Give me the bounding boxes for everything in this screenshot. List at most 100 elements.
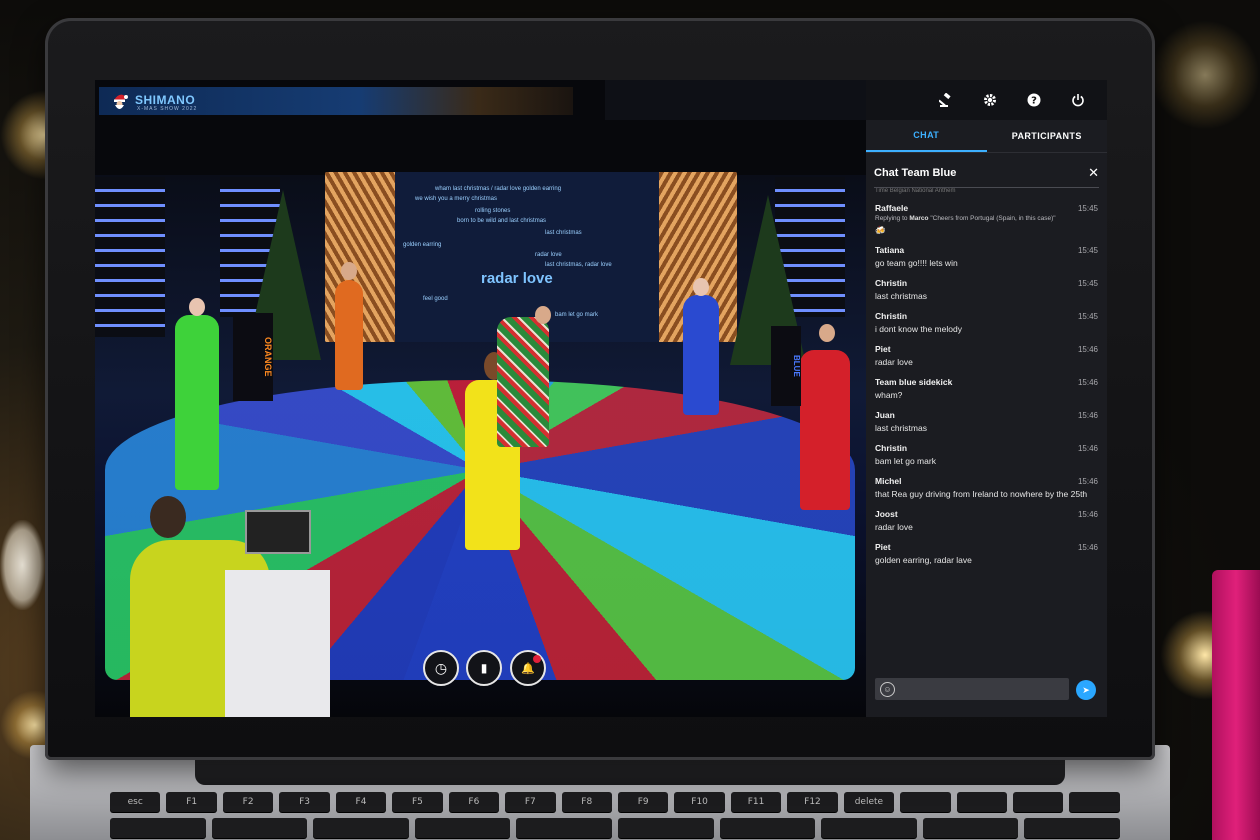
message-author: Christin — [875, 443, 908, 453]
chat-messages[interactable]: Time Belgian National Anthem Raffaele 15:… — [866, 188, 1107, 666]
notification-badge — [533, 655, 541, 663]
keyboard-key: esc — [110, 792, 161, 812]
layout-button[interactable]: ▮ — [466, 650, 502, 686]
help-icon[interactable]: ? — [1025, 91, 1043, 109]
keyboard-key — [719, 818, 816, 838]
message-time: 15:45 — [1077, 245, 1098, 255]
message-text: last christmas — [875, 291, 927, 301]
word-cloud-phrase: rolling stones — [475, 208, 511, 214]
keyboard-key: delete — [843, 792, 895, 812]
message-text: bam let go mark — [875, 456, 936, 466]
bell-icon: 🔔 — [521, 662, 535, 675]
svg-text:?: ? — [1031, 96, 1037, 107]
podium-orange: ORANGE — [233, 313, 273, 401]
panel-tabs: CHAT PARTICIPANTS — [866, 120, 1107, 153]
screen: SHIMANO X-MAS SHOW 2022 wham last christ… — [95, 80, 1107, 717]
brand-banner: SHIMANO X-MAS SHOW 2022 — [99, 87, 573, 115]
keyboard-key — [1024, 818, 1120, 838]
contestant-head — [535, 306, 551, 324]
chat-message: Joost 15:46 radar love — [866, 504, 1107, 537]
message-time: 15:45 — [1077, 203, 1098, 213]
keyboard-key — [1069, 792, 1120, 812]
word-cloud-phrase: born to be wild and last christmas — [457, 218, 547, 224]
keyboard-key: F10 — [674, 792, 725, 812]
emoji-icon[interactable]: ☺ — [880, 681, 895, 697]
chat-message: Tatiana 15:45 go team go!!!! lets win — [866, 240, 1107, 273]
gavel-icon[interactable] — [937, 91, 955, 109]
chat-message: Piet 15:46 radar love — [866, 339, 1107, 372]
message-time: 15:46 — [1077, 509, 1098, 519]
reply-quote: Replying to Marco "Cheers from Portugal … — [875, 215, 1098, 222]
word-cloud-featured: radar love — [481, 270, 553, 287]
keyboard-key: F11 — [730, 792, 782, 812]
message-text: last christmas — [875, 423, 927, 433]
pinecone-decoration — [0, 520, 45, 610]
message-text: golden earring, radar lave — [875, 555, 972, 565]
word-cloud-phrase: golden earring — [403, 242, 442, 248]
keyboard-key — [956, 792, 1007, 812]
keyboard: esc F1 F2 F3 F4 F5 F6 F7 F8 F9 F10 F11 F12 delete — [110, 792, 1120, 840]
podium-label-blue: BLUE — [792, 355, 801, 377]
close-icon[interactable]: ✕ — [1088, 165, 1099, 181]
message-time: 15:46 — [1077, 542, 1098, 552]
contestant-green — [175, 315, 219, 490]
message-author: Christin — [875, 278, 908, 288]
message-author: Juan — [875, 410, 895, 420]
contestant-head — [693, 278, 709, 296]
truncated-message: Time Belgian National Anthem — [875, 188, 956, 194]
chat-message: Juan 15:46 last christmas — [866, 405, 1107, 438]
power-icon[interactable] — [1069, 91, 1087, 109]
tab-chat[interactable]: CHAT — [866, 120, 987, 152]
chat-message: Michel 15:46 that Rea guy driving from Ir… — [866, 471, 1107, 504]
keyboard-key — [414, 818, 511, 838]
keyboard-key — [110, 818, 206, 838]
keyboard-key — [617, 818, 714, 838]
chat-message: Piet 15:46 golden earring, radar lave — [866, 537, 1107, 570]
message-text: radar love — [875, 357, 913, 367]
word-cloud-phrase: last christmas, radar love — [545, 262, 612, 268]
message-time: 15:45 — [1077, 278, 1098, 288]
keyboard-key: F8 — [561, 792, 612, 812]
reply-text: "Cheers from Portugal (Spain, in this ca… — [930, 215, 1056, 222]
message-author: Raffaele — [875, 203, 909, 213]
message-time: 15:46 — [1077, 410, 1098, 420]
keyboard-key: F6 — [448, 792, 500, 812]
keyboard-key: F1 — [166, 792, 217, 812]
podium-label-orange: ORANGE — [263, 337, 273, 377]
keyboard-key — [313, 818, 409, 838]
word-cloud-phrase: radar love — [535, 252, 562, 258]
contestant-head — [189, 298, 205, 316]
laptop-on-podium — [245, 510, 311, 554]
message-author: Team blue sidekick — [875, 377, 953, 387]
chat-message: Raffaele 15:45 Replying to Marco "Cheers … — [866, 198, 1107, 240]
reply-prefix: Replying to — [875, 215, 908, 222]
send-button[interactable]: ➤ — [1076, 680, 1096, 700]
contestant-head — [819, 324, 835, 342]
timer-button[interactable]: ◷ — [423, 650, 459, 686]
keyboard-key — [1013, 792, 1064, 812]
keyboard-key — [922, 818, 1019, 838]
tab-participants[interactable]: PARTICIPANTS — [987, 120, 1108, 152]
side-panel: ? CHAT PARTICIPANTS Chat Team Blue ✕ Tim… — [866, 80, 1107, 717]
word-cloud-phrase: wham last christmas / radar love golden … — [435, 186, 562, 192]
video-stream[interactable]: SHIMANO X-MAS SHOW 2022 wham last christ… — [95, 80, 866, 717]
gear-icon[interactable] — [981, 91, 999, 109]
message-text: go team go!!!! lets win — [875, 258, 958, 268]
chat-input[interactable] — [901, 683, 1069, 695]
chat-message: Christin 15:45 last christmas — [866, 273, 1107, 306]
chat-header: Chat Team Blue ✕ — [874, 165, 1099, 188]
message-text: wham? — [875, 390, 903, 400]
host-podium — [225, 570, 330, 717]
keyboard-key — [900, 792, 951, 812]
keyboard-key: F4 — [335, 792, 387, 812]
chat-message: Christin 15:45 i dont know the melody — [866, 306, 1107, 339]
santa-icon — [114, 94, 128, 109]
stage-stairs — [95, 177, 165, 337]
message-author: Piet — [875, 542, 891, 552]
chat-title: Chat Team Blue — [874, 167, 957, 179]
contestant-orange — [335, 280, 363, 390]
clock-icon: ◷ — [434, 659, 448, 676]
send-icon: ➤ — [1082, 684, 1090, 695]
notifications-button[interactable]: 🔔 — [510, 650, 546, 686]
message-author: Christin — [875, 311, 908, 321]
